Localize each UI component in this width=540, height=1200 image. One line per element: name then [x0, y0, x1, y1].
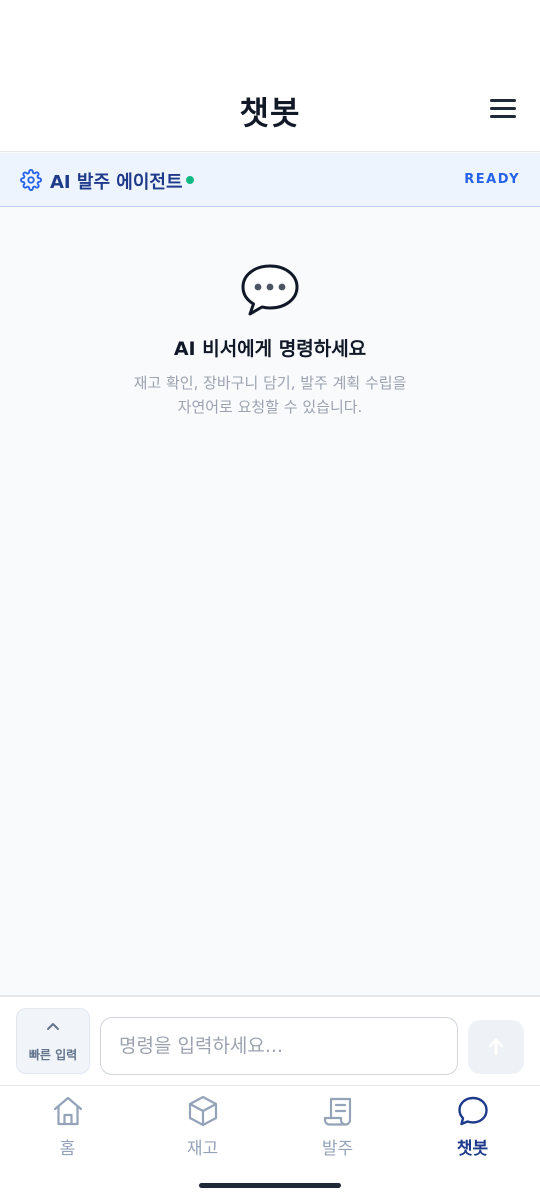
- online-status-dot: [186, 176, 194, 184]
- chat-icon: [457, 1096, 488, 1126]
- chat-input-bar: 빠른 입력: [0, 995, 540, 1085]
- nav-label-orders: 발주: [321, 1139, 354, 1159]
- chat-empty-state: AI 비서에게 명령하세요 재고 확인, 장바구니 담기, 발주 계획 수립을 …: [0, 262, 540, 419]
- hamburger-menu-icon: [490, 115, 516, 118]
- nav-item-chatbot[interactable]: 챗봇: [405, 1094, 540, 1164]
- hamburger-menu-icon: [490, 99, 516, 102]
- home-indicator: [199, 1183, 341, 1188]
- bottom-navigation: 홈 재고 발주 챗봇: [0, 1085, 540, 1200]
- gear-icon: [20, 169, 42, 191]
- quick-input-label: 빠른 입력: [28, 1048, 78, 1062]
- nav-item-home[interactable]: 홈: [0, 1094, 135, 1164]
- command-input[interactable]: [100, 1017, 458, 1075]
- receipt-icon: [323, 1097, 351, 1126]
- agent-name: AI 발주 에이전트: [50, 172, 183, 193]
- nav-label-home: 홈: [59, 1139, 76, 1159]
- app-header: 챗봇: [0, 60, 540, 152]
- chevron-up-icon: [47, 1023, 59, 1030]
- agent-status-label: READY: [464, 172, 520, 187]
- nav-item-inventory[interactable]: 재고: [135, 1094, 270, 1164]
- hamburger-menu-icon: [490, 107, 516, 110]
- page-title: 챗봇: [239, 94, 301, 132]
- quick-input-button[interactable]: 빠른 입력: [16, 1008, 90, 1074]
- chat-bubble-icon: [241, 264, 299, 316]
- send-button[interactable]: [468, 1020, 524, 1074]
- empty-state-description-line: 자연어로 요청할 수 있습니다.: [177, 398, 363, 416]
- empty-state-title: AI 비서에게 명령하세요: [173, 338, 367, 360]
- empty-state-description-line: 재고 확인, 장바구니 담기, 발주 계획 수립을: [133, 374, 407, 392]
- nav-label-inventory: 재고: [186, 1139, 219, 1159]
- status-bar-area: [0, 0, 540, 60]
- arrow-up-icon: [488, 1038, 504, 1056]
- agent-status-bar: AI 발주 에이전트 READY: [0, 153, 540, 207]
- box-icon: [188, 1095, 217, 1127]
- nav-item-orders[interactable]: 발주: [270, 1094, 405, 1164]
- nav-label-chatbot: 챗봇: [456, 1139, 489, 1159]
- empty-state-description: 재고 확인, 장바구니 담기, 발주 계획 수립을 자연어로 요청할 수 있습니…: [0, 371, 540, 419]
- home-icon: [53, 1096, 82, 1126]
- menu-button[interactable]: [488, 96, 518, 120]
